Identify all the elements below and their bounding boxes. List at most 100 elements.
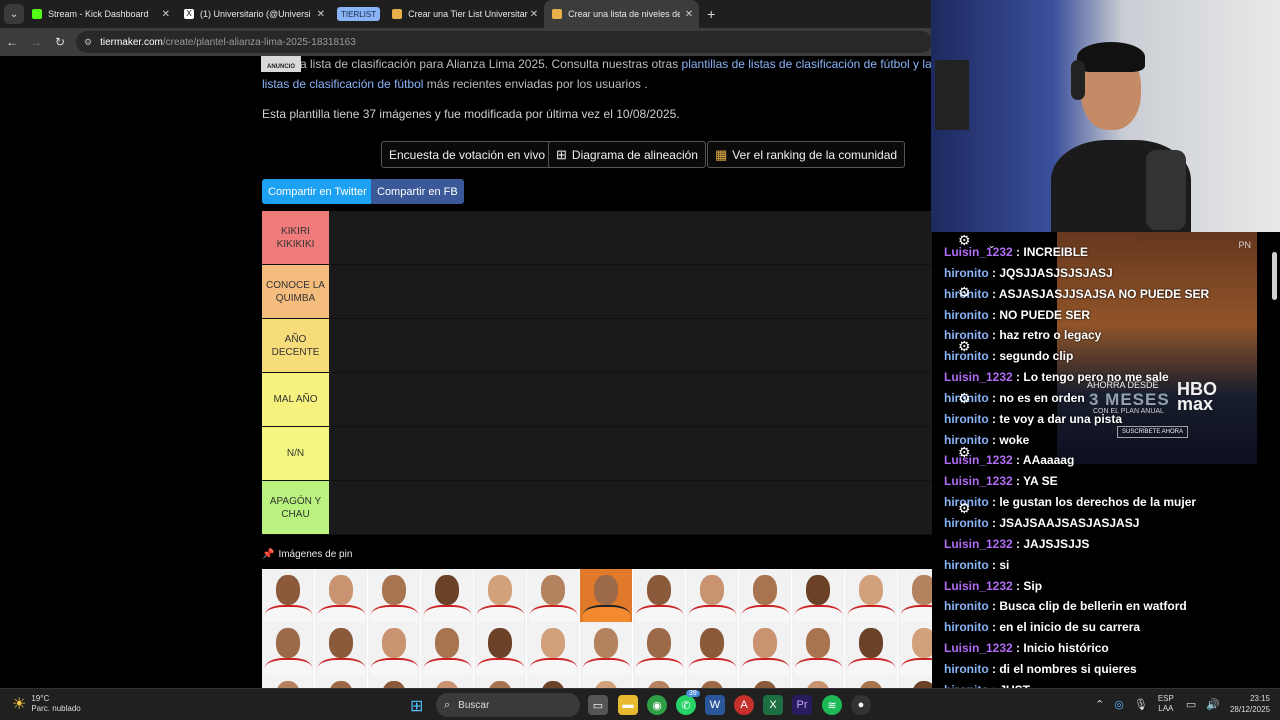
chat-username[interactable]: Luisin_1232 xyxy=(944,453,1013,467)
player-image[interactable] xyxy=(633,675,686,688)
chat-username[interactable]: Luisin_1232 xyxy=(944,537,1013,551)
spotify-icon[interactable]: ≋ xyxy=(822,695,842,715)
tier-label[interactable]: MAL AÑO xyxy=(262,373,329,426)
player-image[interactable] xyxy=(474,569,527,622)
chrome-icon[interactable]: ◉ xyxy=(647,695,667,715)
player-image[interactable] xyxy=(580,569,633,622)
player-image[interactable] xyxy=(792,569,845,622)
taskbar-search[interactable]: ⌕ Buscar xyxy=(436,693,580,717)
share-fb-button[interactable]: Compartir en FB xyxy=(371,179,464,204)
player-image[interactable] xyxy=(368,569,421,622)
chevron-up-icon[interactable]: ⌃ xyxy=(1095,698,1104,711)
task-view-icon[interactable]: ▭ xyxy=(588,695,608,715)
player-image[interactable] xyxy=(845,569,898,622)
back-button[interactable]: ← xyxy=(0,35,24,49)
player-image[interactable] xyxy=(527,569,580,622)
chat-username[interactable]: hironito xyxy=(944,266,989,280)
gear-icon[interactable]: ⚙ xyxy=(958,284,971,301)
new-tab-button[interactable]: + xyxy=(707,6,715,22)
player-image[interactable] xyxy=(315,622,368,675)
player-image[interactable] xyxy=(421,675,474,688)
close-icon[interactable]: ✕ xyxy=(317,9,325,20)
player-image[interactable] xyxy=(315,675,368,688)
player-image[interactable] xyxy=(368,622,421,675)
acrobat-icon[interactable]: A xyxy=(734,695,754,715)
player-image[interactable] xyxy=(527,675,580,688)
tier-dropzone[interactable] xyxy=(329,211,932,264)
chat-username[interactable]: Luisin_1232 xyxy=(944,579,1013,593)
app-tray-icon[interactable]: ◎ xyxy=(1114,698,1124,711)
tab-kick-dashboard[interactable]: Stream - Kick Dashboard ✕ xyxy=(24,0,176,28)
premiere-icon[interactable]: Pr xyxy=(792,695,812,715)
microphone-icon[interactable]: 🎙 xyxy=(1134,698,1148,711)
tier-dropzone[interactable] xyxy=(329,427,932,480)
forward-button[interactable]: → xyxy=(24,35,48,49)
volume-icon[interactable]: 🔊 xyxy=(1206,698,1220,711)
chat-username[interactable]: hironito xyxy=(944,516,989,530)
tier-label[interactable]: N/N xyxy=(262,427,329,480)
player-image[interactable] xyxy=(686,675,739,688)
player-image[interactable] xyxy=(845,622,898,675)
tier-dropzone[interactable] xyxy=(329,319,932,372)
tab-group-label[interactable]: TIERLIST xyxy=(337,7,381,21)
tier-label[interactable]: AÑO DECENTE xyxy=(262,319,329,372)
player-image[interactable] xyxy=(580,622,633,675)
lineup-diagram-button[interactable]: ⊞ Diagrama de alineación xyxy=(548,141,706,168)
gear-icon[interactable]: ⚙ xyxy=(958,338,971,355)
player-image[interactable] xyxy=(792,675,845,688)
chat-username[interactable]: Luisin_1232 xyxy=(944,245,1013,259)
excel-icon[interactable]: X xyxy=(763,695,783,715)
tab-tierlist-universitario[interactable]: Crear una Tier List Universitario ✕ xyxy=(384,0,544,28)
file-explorer-icon[interactable]: ▬ xyxy=(618,695,638,715)
tier-dropzone[interactable] xyxy=(329,265,932,318)
site-info-icon[interactable]: ⚙ xyxy=(84,37,92,48)
player-image[interactable] xyxy=(527,622,580,675)
player-image[interactable] xyxy=(898,675,932,688)
clock[interactable]: 23:15 28/12/2025 xyxy=(1230,693,1270,715)
word-icon[interactable]: W xyxy=(705,695,725,715)
windows-start-icon[interactable]: ⊞ xyxy=(410,696,423,716)
player-image[interactable] xyxy=(898,622,932,675)
player-image[interactable] xyxy=(368,675,421,688)
player-image[interactable] xyxy=(315,569,368,622)
chat-username[interactable]: hironito xyxy=(944,412,989,426)
obs-icon[interactable]: ● xyxy=(851,695,871,715)
tab-tierlist-alianza[interactable]: Crear una lista de niveles de Alianza Li… xyxy=(544,0,700,28)
player-image[interactable] xyxy=(898,569,932,622)
gear-icon[interactable]: ⚙ xyxy=(958,444,971,461)
player-image[interactable] xyxy=(474,622,527,675)
player-image[interactable] xyxy=(792,622,845,675)
weather-widget[interactable]: ☀ 19°C Parc. nublado xyxy=(12,694,81,714)
chat-username[interactable]: Luisin_1232 xyxy=(944,474,1013,488)
player-image[interactable] xyxy=(262,675,315,688)
close-icon[interactable]: ✕ xyxy=(530,9,538,20)
gear-icon[interactable]: ⚙ xyxy=(958,232,971,249)
player-image[interactable] xyxy=(262,622,315,675)
player-image[interactable] xyxy=(262,569,315,622)
tab-universitario-x[interactable]: X (1) Universitario (@Universitario) ✕ xyxy=(176,0,331,28)
player-image[interactable] xyxy=(739,622,792,675)
player-image[interactable] xyxy=(474,675,527,688)
chat-username[interactable]: hironito xyxy=(944,662,989,676)
close-icon[interactable]: ✕ xyxy=(162,9,170,20)
language-indicator[interactable]: ESP LAA xyxy=(1158,694,1174,714)
gear-icon[interactable]: ⚙ xyxy=(958,390,971,407)
chat-username[interactable]: hironito xyxy=(944,599,989,613)
player-image[interactable] xyxy=(580,675,633,688)
chat-username[interactable]: Luisin_1232 xyxy=(944,641,1013,655)
chat-username[interactable]: hironito xyxy=(944,558,989,572)
player-image[interactable] xyxy=(633,569,686,622)
share-twitter-button[interactable]: Compartir en Twitter xyxy=(262,179,373,204)
player-image[interactable] xyxy=(686,622,739,675)
tier-dropzone[interactable] xyxy=(329,373,932,426)
chat-username[interactable]: hironito xyxy=(944,308,989,322)
tier-label[interactable]: CONOCE LA QUIMBA xyxy=(262,265,329,318)
player-image[interactable] xyxy=(421,569,474,622)
player-image[interactable] xyxy=(739,675,792,688)
tier-label[interactable]: KIKIRI KIKIKIKI xyxy=(262,211,329,264)
tab-search-button[interactable]: ⌄ xyxy=(4,4,24,24)
close-icon[interactable]: ✕ xyxy=(685,9,693,20)
chat-username[interactable]: hironito xyxy=(944,620,989,634)
chevron-down-icon[interactable]: ⌄ xyxy=(988,240,996,251)
player-image[interactable] xyxy=(739,569,792,622)
